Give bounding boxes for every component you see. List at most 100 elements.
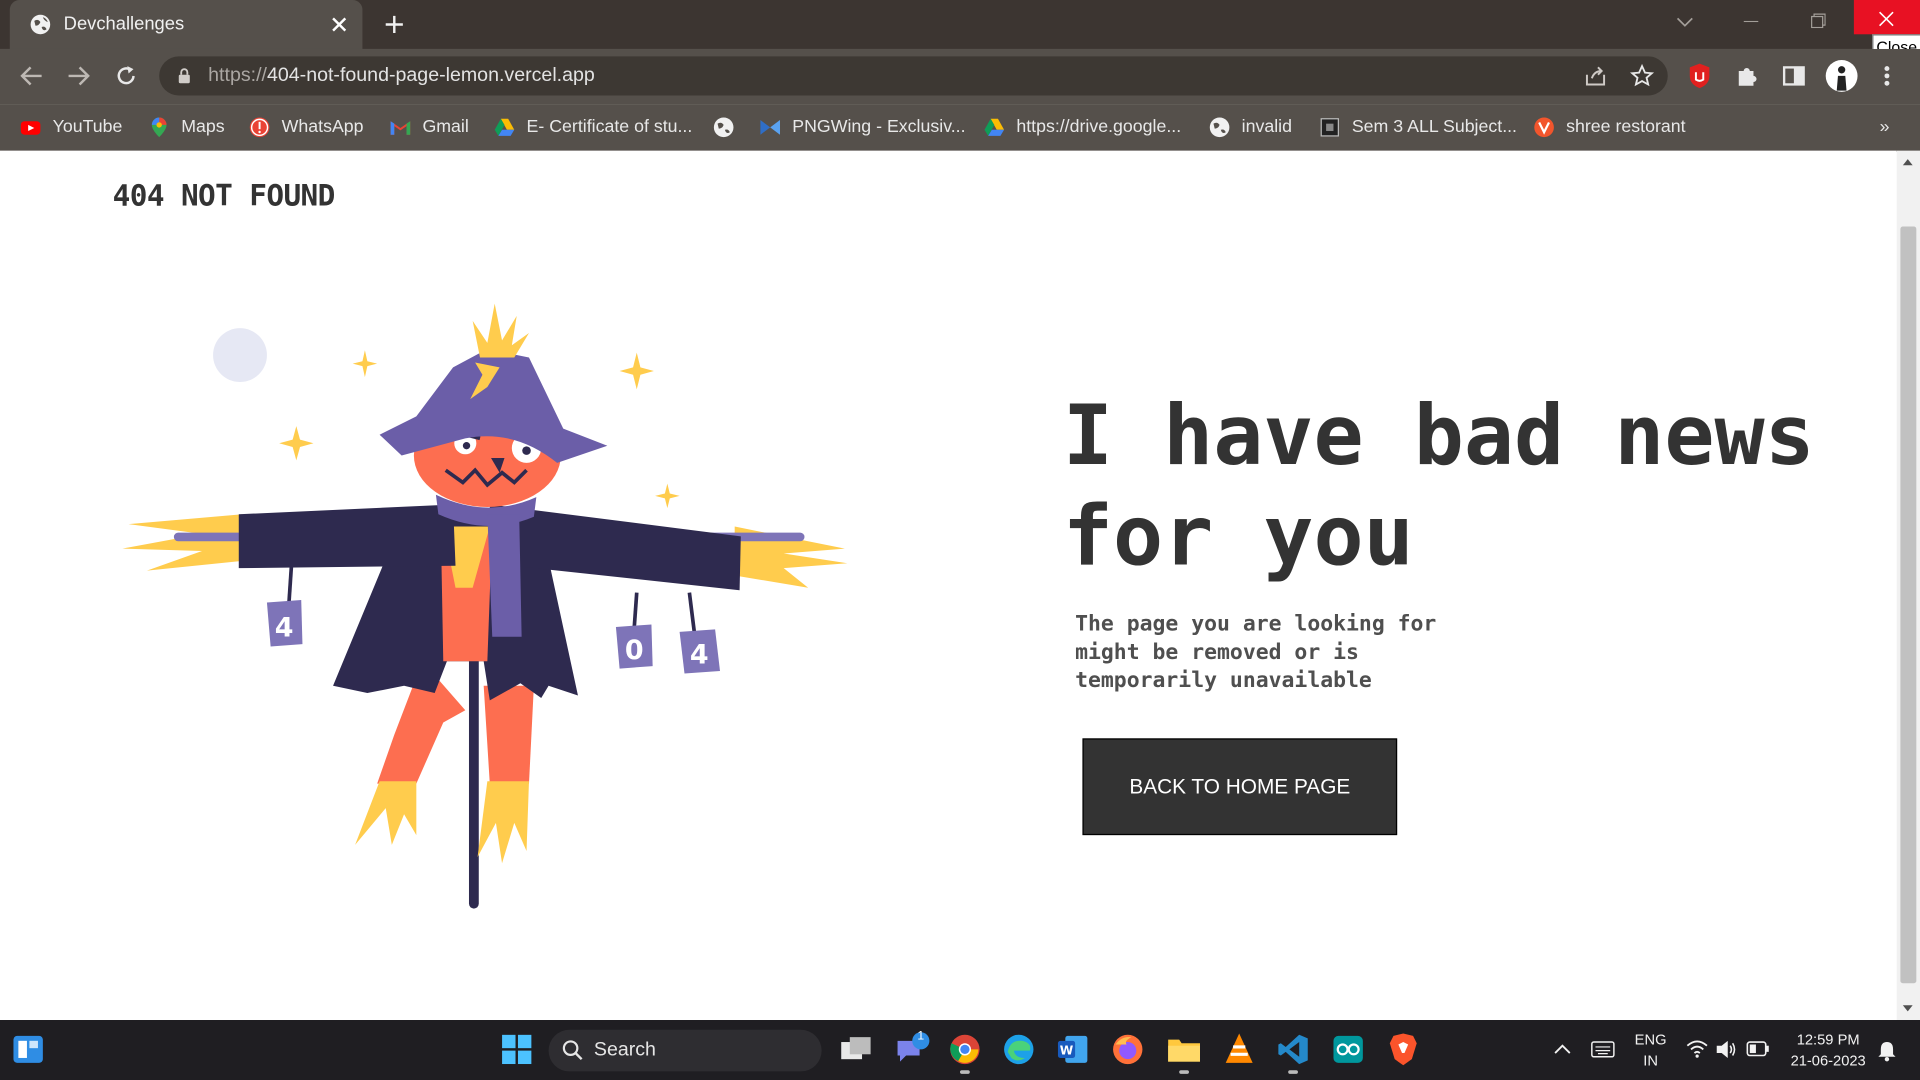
bookmark-label: WhatsApp (281, 117, 364, 138)
vscode-icon[interactable] (1277, 1033, 1309, 1065)
bookmark-drive[interactable]: https://drive.google... (983, 109, 1181, 146)
bookmark-label: Maps (181, 117, 225, 138)
bookmark-label: PNGWing - Exclusiv... (792, 117, 966, 138)
gmail-icon (390, 121, 411, 135)
teams-badge: 1 (917, 1029, 925, 1044)
sparkle-shape (279, 426, 314, 461)
site-logo[interactable]: 404 NOT FOUND (113, 179, 336, 213)
bookmark-maps[interactable]: Maps (148, 109, 225, 146)
scroll-up-icon[interactable] (1902, 157, 1914, 167)
widgets-icon[interactable] (12, 1035, 44, 1064)
chrome-icon[interactable] (949, 1033, 981, 1065)
chrome-menu-icon[interactable] (1883, 65, 1890, 87)
wifi-icon[interactable] (1686, 1040, 1708, 1058)
bookmarks-bar: YouTube Maps WhatsApp Gmail E- Certifica… (0, 104, 1920, 152)
can-label: 4 (690, 640, 709, 671)
bookmark-pngwing[interactable]: PNGWing - Exclusiv... (759, 109, 966, 146)
left-hand-straw (122, 514, 243, 571)
side-panel-icon[interactable] (1782, 66, 1805, 86)
restore-icon[interactable] (1811, 13, 1826, 29)
extensions-puzzle-icon[interactable] (1735, 64, 1759, 88)
search-icon (562, 1040, 583, 1061)
url-text[interactable]: https://404-not-found-page-lemon.vercel.… (208, 65, 595, 87)
page-headline: I have bad news for you (1062, 388, 1815, 586)
firefox-icon[interactable] (1112, 1033, 1144, 1065)
can-label: 4 (275, 613, 294, 644)
bookmark-label: Gmail (422, 117, 469, 138)
doc-icon (1320, 118, 1339, 137)
taskbar-search-box[interactable] (548, 1029, 822, 1072)
back-arrow-icon[interactable] (20, 65, 44, 87)
maps-icon (151, 117, 167, 138)
back-to-home-button[interactable]: BACK TO HOME PAGE (1082, 738, 1398, 836)
bookmark-whatsapp[interactable]: WhatsApp (249, 109, 364, 146)
bookmark-label: https://drive.google... (1016, 117, 1182, 138)
right-foot-straw (477, 781, 529, 864)
bookmark-e-certificate[interactable]: E- Certificate of stu... (493, 109, 692, 146)
brave-icon[interactable] (1389, 1032, 1418, 1066)
new-tab-icon[interactable] (384, 15, 404, 35)
windows-start-icon[interactable] (502, 1034, 532, 1065)
close-tab-icon[interactable] (331, 16, 348, 33)
keyboard-icon[interactable] (1591, 1041, 1615, 1058)
minimize-icon[interactable] (1743, 20, 1759, 23)
arduino-icon[interactable] (1332, 1035, 1364, 1064)
bookmark-label: Sem 3 ALL Subject... (1351, 117, 1518, 138)
file-explorer-icon[interactable] (1167, 1035, 1201, 1064)
scroll-down-icon[interactable] (1902, 1004, 1914, 1014)
bookmark-sem3[interactable]: Sem 3 ALL Subject... (1319, 109, 1517, 146)
left-sleeve (238, 504, 456, 569)
bookmark-globe[interactable] (713, 109, 746, 146)
bookmark-label: shree restorant (1566, 117, 1686, 138)
profile-avatar[interactable] (1824, 59, 1858, 93)
input-language[interactable]: ENG IN (1629, 1030, 1673, 1072)
tab-title: Devchallenges (63, 13, 185, 35)
scarecrow-illustration: 4 0 4 (122, 303, 848, 909)
notifications-icon[interactable] (1876, 1040, 1898, 1062)
vlc-icon[interactable] (1223, 1032, 1255, 1066)
share-icon[interactable] (1583, 65, 1607, 87)
battery-icon[interactable] (1746, 1041, 1770, 1057)
bookmark-youtube[interactable]: YouTube (20, 109, 123, 146)
bookmark-shree-restorant[interactable]: shree restorant (1533, 109, 1686, 146)
hat-straw (472, 303, 529, 358)
left-foot-straw (355, 781, 417, 845)
bookmark-star-icon[interactable] (1629, 63, 1655, 88)
bookmark-label: E- Certificate of stu... (526, 117, 693, 138)
volume-icon[interactable] (1716, 1040, 1738, 1060)
pole-shape (468, 648, 479, 909)
lang-top: ENG (1634, 1031, 1667, 1049)
bookmark-invalid[interactable]: invalid (1209, 109, 1292, 146)
bookmark-label: invalid (1241, 117, 1292, 138)
lock-icon[interactable] (178, 67, 191, 84)
right-leg (483, 685, 534, 784)
lang-bottom: IN (1643, 1051, 1658, 1069)
drive-icon (494, 118, 515, 136)
whatsapp-icon (249, 117, 270, 138)
word-icon[interactable]: W (1057, 1035, 1089, 1064)
globe-icon (1209, 117, 1230, 138)
edge-icon[interactable] (1003, 1033, 1035, 1065)
running-indicator (1288, 1070, 1298, 1074)
adblock-extension-icon[interactable] (1687, 62, 1711, 89)
scrollbar-thumb[interactable] (1900, 226, 1917, 984)
restaurant-icon (1534, 117, 1554, 138)
can-label: 0 (625, 635, 644, 666)
youtube-icon (20, 121, 41, 135)
clock[interactable]: 12:59 PM 21-06-2023 (1780, 1030, 1876, 1072)
more-bookmarks-button[interactable]: » (1880, 109, 1890, 146)
show-hidden-icons-chevron[interactable] (1554, 1043, 1571, 1054)
pngwing-icon (760, 120, 781, 135)
scarf-tail (487, 514, 522, 637)
globe-icon (713, 117, 734, 138)
clock-time: 12:59 PM (1796, 1031, 1860, 1049)
task-view-icon[interactable] (840, 1036, 872, 1063)
bookmark-gmail[interactable]: Gmail (389, 109, 469, 146)
forward-arrow-icon[interactable] (66, 65, 90, 87)
globe-icon (30, 14, 51, 35)
reload-icon[interactable] (114, 64, 138, 88)
tab-search-chevron-icon[interactable] (1676, 16, 1693, 28)
search-label: Search (593, 1039, 656, 1061)
running-indicator (1179, 1070, 1189, 1074)
sparkle-shape (655, 483, 680, 509)
